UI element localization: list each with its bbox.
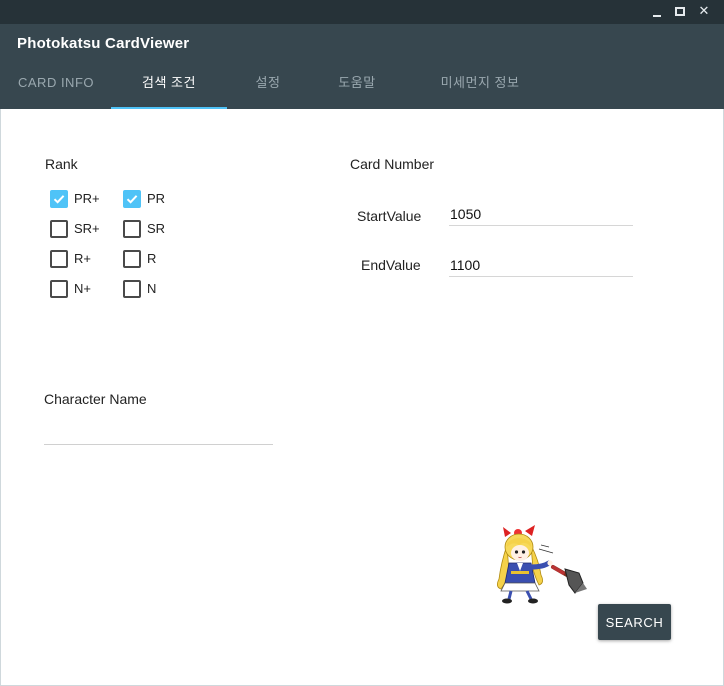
rank-option-label: R — [147, 251, 157, 266]
rank-option-label: SR+ — [74, 221, 100, 236]
search-conditions-panel: Rank PR+ PR SR+ SR R+ R N+ N Card Number… — [0, 109, 724, 686]
checkbox-checked-icon — [50, 190, 68, 208]
rank-checkbox-sr[interactable]: SR — [123, 218, 193, 240]
search-button[interactable]: SEARCH — [598, 604, 671, 640]
rank-checkbox-sr-plus[interactable]: SR+ — [50, 218, 120, 240]
tab-search-conditions[interactable]: 검색 조건 — [111, 64, 227, 109]
rank-checkbox-r[interactable]: R — [123, 248, 193, 270]
rank-option-label: PR+ — [74, 191, 100, 206]
checkbox-icon — [123, 220, 141, 238]
character-name-input[interactable] — [44, 421, 273, 445]
app-title: Photokatsu CardViewer — [17, 35, 190, 52]
checkbox-icon — [50, 250, 68, 268]
rank-checkbox-n-plus[interactable]: N+ — [50, 278, 120, 300]
rank-checkbox-r-plus[interactable]: R+ — [50, 248, 120, 270]
app-bar: Photokatsu CardViewer CARD INFO 검색 조건 설정… — [0, 24, 724, 109]
start-value-label: StartValue — [357, 208, 422, 224]
tab-help[interactable]: 도움말 — [314, 64, 400, 109]
end-value-label: EndValue — [361, 257, 421, 273]
start-value-input[interactable] — [449, 202, 633, 226]
rank-checkbox-pr-plus[interactable]: PR+ — [50, 188, 120, 210]
rank-option-label: SR — [147, 221, 166, 236]
checkbox-icon — [50, 220, 68, 238]
character-name-label: Character Name — [44, 391, 147, 407]
tab-card-info[interactable]: CARD INFO — [0, 64, 112, 109]
checkbox-checked-icon — [123, 190, 141, 208]
mascot-illustration — [497, 525, 587, 604]
maximize-icon[interactable] — [668, 0, 692, 24]
tab-fine-dust-info[interactable]: 미세먼지 정보 — [420, 64, 540, 109]
tab-settings[interactable]: 설정 — [228, 64, 308, 109]
window-title-bar: ✕ — [0, 0, 724, 24]
rank-option-label: R+ — [74, 251, 91, 266]
rank-option-label: PR — [147, 191, 166, 206]
end-value-input[interactable] — [449, 253, 633, 277]
checkbox-icon — [123, 280, 141, 298]
rank-label: Rank — [45, 156, 78, 172]
close-icon[interactable]: ✕ — [692, 0, 716, 24]
checkbox-icon — [50, 280, 68, 298]
checkbox-icon — [123, 250, 141, 268]
card-number-label: Card Number — [350, 156, 435, 172]
rank-checkbox-pr[interactable]: PR — [123, 188, 193, 210]
minimize-icon[interactable] — [645, 0, 669, 24]
rank-option-label: N+ — [74, 281, 91, 296]
rank-option-label: N — [147, 281, 157, 296]
rank-checkbox-n[interactable]: N — [123, 278, 193, 300]
